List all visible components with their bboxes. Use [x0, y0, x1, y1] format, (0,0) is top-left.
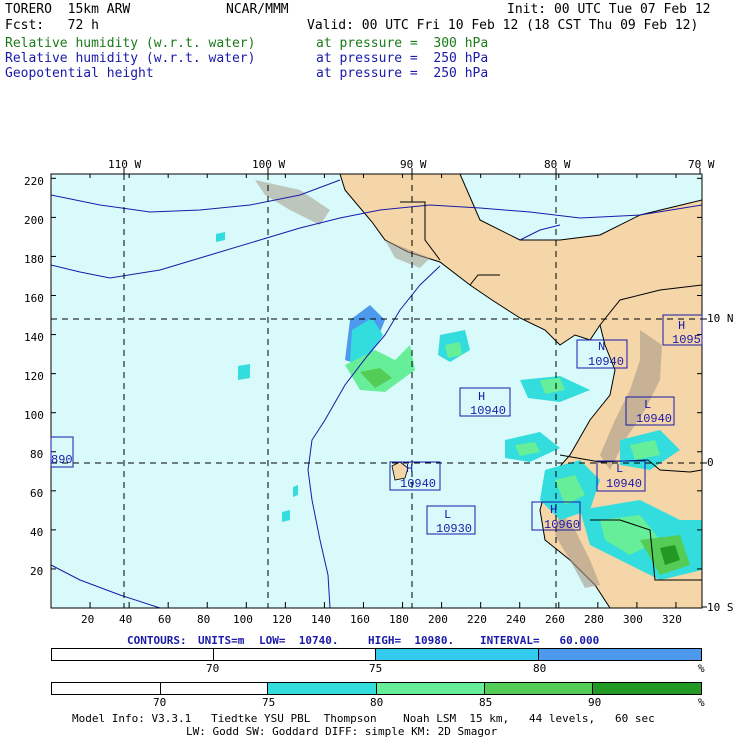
colorbar-swatch	[377, 683, 485, 694]
colorbar-swatch	[52, 649, 214, 660]
colorbar-label: 85	[479, 696, 493, 709]
x-tick-label: 160	[350, 613, 370, 626]
colorbar-swatch	[593, 683, 702, 694]
svg-text:H: H	[550, 503, 557, 517]
model-info: Model Info: V3.3.1 Tiedtke YSU PBL Thomp…	[72, 712, 655, 725]
colorbar-250hpa	[51, 648, 702, 661]
lon-label: 110 W	[108, 158, 142, 171]
lon-label: 70 W	[688, 158, 715, 171]
x-tick-label: 200	[428, 613, 448, 626]
y-tick-label: 60	[30, 487, 44, 500]
svg-text:L: L	[644, 398, 651, 412]
colorbar-swatch	[161, 683, 269, 694]
svg-text:10940: 10940	[588, 355, 624, 369]
weather-map: N 10940 H 1095 H 10940 L 10940 890 H 109…	[50, 168, 707, 609]
svg-text:890: 890	[51, 453, 73, 467]
colorbar-swatch	[52, 683, 161, 694]
lon-label: 80 W	[544, 158, 571, 171]
svg-text:10940: 10940	[400, 477, 436, 491]
x-tick-label: 20	[81, 613, 95, 626]
colorbar-label: 70	[206, 662, 220, 675]
x-tick-label: 320	[662, 613, 682, 626]
x-tick-label: 40	[119, 613, 133, 626]
x-tick-label: 300	[623, 613, 643, 626]
model-physics: LW: Godd SW: Goddard DIFF: simple KM: 2D…	[186, 725, 498, 738]
contours-label: CONTOURS:	[127, 634, 187, 647]
y-tick-label: 20	[30, 565, 44, 578]
svg-text:N: N	[598, 340, 605, 354]
x-tick-label: 260	[545, 613, 565, 626]
x-tick-label: 120	[272, 613, 292, 626]
colorbar-label: %	[698, 662, 705, 675]
x-tick-label: 60	[158, 613, 172, 626]
y-tick-label: 220	[24, 175, 44, 188]
svg-text:10940: 10940	[636, 412, 672, 426]
x-tick-label: 220	[467, 613, 487, 626]
colorbar-300hpa	[51, 682, 702, 695]
colorbar-label: 75	[369, 662, 383, 675]
contours-units: UNITS=m	[198, 634, 245, 647]
y-tick-label: 100	[24, 409, 44, 422]
x-tick-label: 280	[584, 613, 604, 626]
lat-label: 10 N	[707, 312, 734, 325]
x-tick-label: 140	[311, 613, 331, 626]
colorbar-label: 75	[262, 696, 276, 709]
svg-text:10960: 10960	[544, 518, 580, 532]
svg-text:H: H	[678, 319, 685, 333]
lon-label: 100 W	[252, 158, 286, 171]
y-tick-label: 160	[24, 292, 44, 305]
svg-text:10930: 10930	[436, 522, 472, 536]
colorbar-swatch	[214, 649, 376, 660]
contours-high: HIGH= 10980.	[368, 634, 455, 647]
lat-label: 10 S	[707, 601, 734, 614]
svg-text:10940: 10940	[606, 477, 642, 491]
contours-low: LOW= 10740.	[259, 634, 339, 647]
colorbar-swatch	[484, 683, 594, 694]
x-tick-label: 100	[233, 613, 253, 626]
colorbar-swatch	[376, 649, 539, 660]
x-tick-label: 80	[197, 613, 211, 626]
svg-text:1095: 1095	[672, 333, 701, 347]
svg-text:L: L	[444, 508, 451, 522]
y-tick-label: 140	[24, 331, 44, 344]
y-tick-label: 40	[30, 526, 44, 539]
svg-text:10940: 10940	[470, 404, 506, 418]
svg-text:H: H	[406, 462, 413, 476]
colorbar-swatch	[538, 649, 701, 660]
y-tick-label: 120	[24, 370, 44, 383]
x-tick-label: 240	[506, 613, 526, 626]
colorbar-label: %	[698, 696, 705, 709]
colorbar-label: 70	[153, 696, 167, 709]
colorbar-swatch	[268, 683, 378, 694]
y-tick-label: 180	[24, 253, 44, 266]
contours-interval: INTERVAL= 60.000	[480, 634, 600, 647]
svg-text:H: H	[478, 390, 485, 404]
lat-label: 0	[707, 456, 714, 469]
y-tick-label: 80	[30, 448, 44, 461]
svg-text:L: L	[616, 462, 623, 476]
y-tick-label: 200	[24, 214, 44, 227]
colorbar-label: 90	[588, 696, 602, 709]
colorbar-label: 80	[370, 696, 384, 709]
x-tick-label: 180	[389, 613, 409, 626]
lon-label: 90 W	[400, 158, 427, 171]
colorbar-label: 80	[533, 662, 547, 675]
